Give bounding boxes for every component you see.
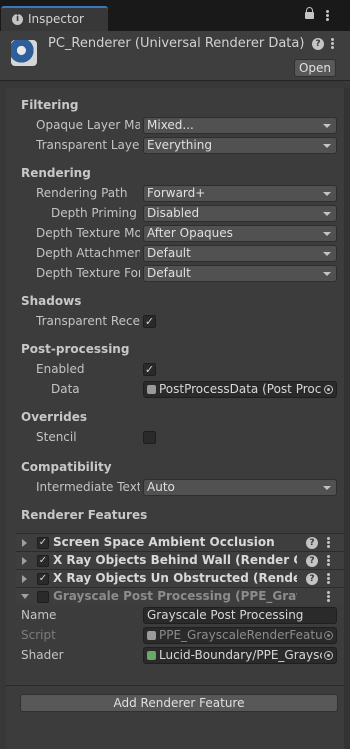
help-icon[interactable]: ?	[306, 555, 318, 567]
foldout-arrow-icon[interactable]	[22, 575, 27, 583]
feature-name: Grayscale Post Processing (PPE_Grayscale…	[53, 589, 297, 603]
pp-enabled-label: Enabled	[36, 362, 85, 376]
shader-icon	[147, 651, 156, 660]
dropdown-arrow-icon	[323, 212, 331, 216]
section-post-processing: Post-processing	[21, 342, 130, 356]
renderer-asset-icon	[11, 40, 37, 66]
add-renderer-feature-button[interactable]: Add Renderer Feature	[20, 694, 338, 712]
post-process-data-icon	[147, 385, 156, 394]
dropdown-arrow-icon	[323, 486, 331, 490]
opaque-layer-mask-label: Opaque Layer Mask	[36, 118, 140, 132]
transparent-receive-shadows-checkbox[interactable]: ✓	[143, 315, 156, 328]
foldout-arrow-icon[interactable]	[22, 539, 27, 547]
depth-texture-format-dropdown[interactable]: Default	[143, 265, 337, 282]
stencil-label: Stencil	[36, 430, 77, 444]
pp-data-value: PostProcessData (Post Process Data)	[159, 382, 322, 396]
foldout-arrow-icon[interactable]	[21, 594, 29, 599]
section-shadows: Shadows	[21, 294, 82, 308]
pp-data-label: Data	[51, 382, 80, 396]
depth-priming-mode-value: Disabled	[147, 206, 200, 220]
feature-name: X Ray Objects Behind Wall (Render Object…	[53, 553, 297, 567]
dropdown-arrow-icon	[323, 232, 331, 236]
info-icon: i	[12, 14, 23, 25]
dropdown-arrow-icon	[323, 252, 331, 256]
shader-value: Lucid-Boundary/PPE_Grayscale	[159, 648, 322, 662]
help-icon[interactable]: ?	[312, 38, 324, 50]
transparent-layer-mask-dropdown[interactable]: Everything	[143, 137, 337, 154]
depth-texture-mode-dropdown[interactable]: After Opaques	[143, 225, 337, 242]
feature-enabled-checkbox[interactable]	[37, 591, 49, 603]
tab-title: Inspector	[28, 12, 84, 26]
object-picker-icon[interactable]	[324, 385, 333, 394]
transparent-receive-shadows-label: Transparent Receive Shadows	[36, 314, 140, 328]
pp-enabled-checkbox[interactable]: ✓	[143, 363, 156, 376]
feature-name: Screen Space Ambient Occlusion	[53, 535, 275, 549]
script-value: PPE_GrayscaleRenderFeature	[159, 628, 322, 642]
depth-texture-mode-label: Depth Texture Mode	[36, 226, 140, 240]
intermediate-texture-label: Intermediate Texture	[36, 480, 140, 494]
section-rendering: Rendering	[21, 166, 91, 180]
intermediate-texture-value: Auto	[147, 480, 175, 494]
section-overrides: Overrides	[21, 410, 87, 424]
dropdown-arrow-icon	[323, 124, 331, 128]
kebab-icon[interactable]	[327, 591, 330, 602]
transparent-layer-mask-value: Everything	[147, 138, 212, 152]
feature-row-ssao[interactable]: ✓ Screen Space Ambient Occlusion ?	[16, 533, 344, 551]
rendering-path-label: Rendering Path	[36, 186, 128, 200]
feature-enabled-checkbox[interactable]: ✓	[37, 537, 49, 549]
shader-field[interactable]: Lucid-Boundary/PPE_Grayscale	[143, 647, 337, 664]
kebab-icon[interactable]	[326, 10, 329, 21]
feature-row-xray-unobstructed[interactable]: ✓ X Ray Objects Un Obstructed (Render Ob…	[16, 569, 344, 587]
script-field: PPE_GrayscaleRenderFeature	[143, 627, 337, 644]
dropdown-arrow-icon	[323, 192, 331, 196]
feature-name-label: Name	[21, 608, 57, 622]
object-picker-icon	[324, 631, 333, 640]
depth-texture-mode-value: After Opaques	[147, 226, 233, 240]
section-compatibility: Compatibility	[21, 460, 112, 474]
help-icon[interactable]: ?	[306, 537, 318, 549]
lock-icon[interactable]	[305, 7, 314, 19]
depth-attachment-format-value: Default	[147, 246, 191, 260]
asset-title: PC_Renderer (Universal Renderer Data)	[48, 36, 305, 51]
kebab-icon[interactable]	[327, 555, 330, 566]
opaque-layer-mask-dropdown[interactable]: Mixed...	[143, 117, 337, 134]
feature-name: X Ray Objects Un Obstructed (Render Obje…	[53, 571, 297, 585]
depth-attachment-format-dropdown[interactable]: Default	[143, 245, 337, 262]
shader-label: Shader	[21, 648, 64, 662]
feature-name-field[interactable]: Grayscale Post Processing	[143, 607, 337, 624]
open-button[interactable]: Open	[294, 59, 336, 77]
pp-data-field[interactable]: PostProcessData (Post Process Data)	[143, 381, 337, 398]
kebab-icon[interactable]	[331, 38, 334, 49]
kebab-icon[interactable]	[327, 573, 330, 584]
depth-attachment-format-label: Depth Attachment Format	[36, 246, 140, 260]
foldout-arrow-icon[interactable]	[22, 557, 27, 565]
depth-priming-mode-dropdown[interactable]: Disabled	[143, 205, 337, 222]
scrollbar[interactable]	[344, 88, 350, 749]
divider	[6, 685, 344, 686]
object-picker-icon[interactable]	[324, 651, 333, 660]
feature-enabled-checkbox[interactable]: ✓	[37, 555, 49, 567]
depth-texture-format-value: Default	[147, 266, 191, 280]
intermediate-texture-dropdown[interactable]: Auto	[143, 479, 337, 496]
rendering-path-value: Forward+	[147, 186, 206, 200]
help-icon[interactable]: ?	[306, 573, 318, 585]
dropdown-arrow-icon	[323, 272, 331, 276]
stencil-checkbox[interactable]	[143, 431, 156, 444]
section-filtering: Filtering	[21, 98, 79, 112]
script-label: Script	[21, 628, 56, 642]
transparent-layer-mask-label: Transparent Layer Mask	[36, 138, 140, 152]
section-renderer-features: Renderer Features	[21, 508, 148, 522]
depth-priming-mode-label: Depth Priming Mode	[51, 206, 140, 220]
opaque-layer-mask-value: Mixed...	[147, 118, 194, 132]
kebab-icon[interactable]	[327, 537, 330, 548]
tab-inspector[interactable]: i Inspector	[1, 6, 108, 31]
rendering-path-dropdown[interactable]: Forward+	[143, 185, 337, 202]
feature-row-grayscale[interactable]: Grayscale Post Processing (PPE_Grayscale…	[16, 587, 344, 605]
feature-row-xray-behind[interactable]: ✓ X Ray Objects Behind Wall (Render Obje…	[16, 551, 344, 569]
script-icon	[147, 631, 156, 640]
feature-enabled-checkbox[interactable]: ✓	[37, 573, 49, 585]
dropdown-arrow-icon	[323, 144, 331, 148]
depth-texture-format-label: Depth Texture Format	[36, 266, 140, 280]
